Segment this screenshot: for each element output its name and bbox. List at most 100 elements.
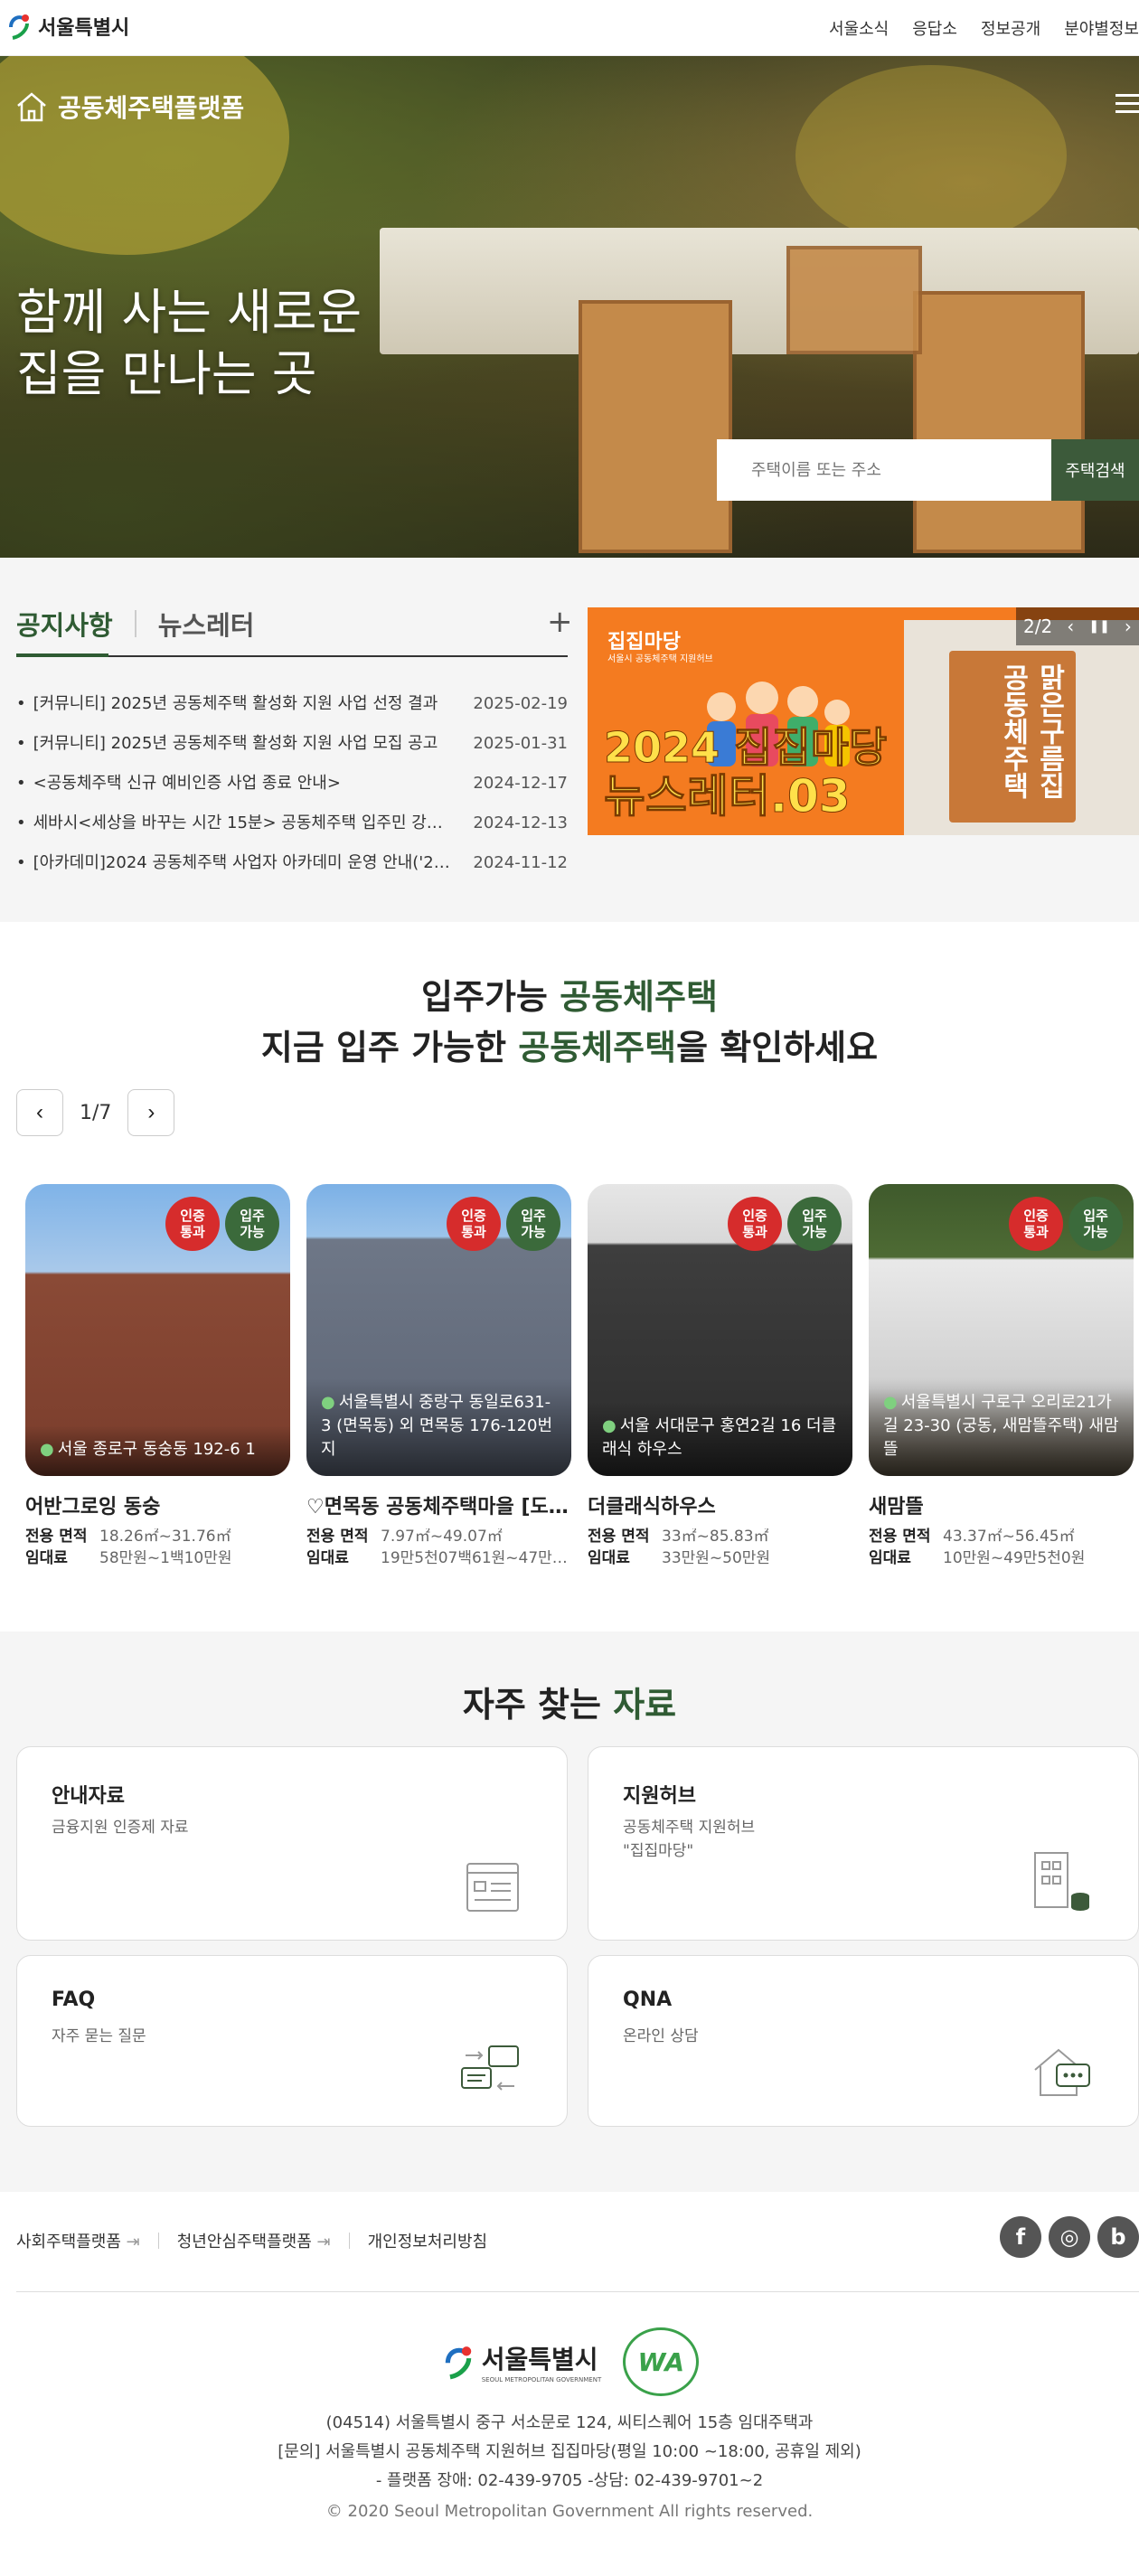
notice-item[interactable]: [커뮤니티] 2025년 공동체주택 활성화 지원 사업 모집 공고 2025-0…	[16, 724, 568, 764]
resource-card-guide[interactable]: 안내자료 금융지원 인증제 자료	[16, 1746, 568, 1941]
footer-logo-sub: SEOUL METROPOLITAN GOVERNMENT	[481, 2376, 602, 2383]
housing-card-image[interactable]: 인증 통과 입주 가능 ● 서울 종로구 동숭동 192-6 1	[25, 1184, 290, 1476]
card-prev-button[interactable]: ‹	[16, 1089, 63, 1136]
badge-certified: 인증 통과	[447, 1197, 501, 1251]
resource-card-title: 지원허브	[623, 1785, 696, 1808]
notice-title[interactable]: [커뮤니티] 2025년 공동체주택 활성화 지원 사업 모집 공고	[16, 724, 450, 764]
topnav-item-field-info[interactable]: 분야별정보	[1064, 16, 1139, 40]
house-search-input[interactable]	[717, 439, 1051, 501]
housing-card[interactable]: 인증 통과 입주 가능 ● 서울특별시 구로구 오리로21가길 23-30 (궁동…	[869, 1184, 1134, 1566]
badge-available: 입주 가능	[225, 1197, 279, 1251]
housing-card[interactable]: 인증 통과 입주 가능 ● 서울 종로구 동숭동 192-6 1 어반그로잉 동숭…	[25, 1184, 290, 1566]
web-accessibility-mark-icon: WA	[623, 2327, 700, 2396]
rent-label: 임대료	[869, 1549, 911, 1567]
location-pin-icon: ●	[40, 1440, 54, 1459]
area-value: 43.37㎡~56.45㎡	[943, 1528, 1075, 1545]
rent-label: 임대료	[306, 1549, 349, 1567]
address-text: 서울특별시 구로구 오리로21가길 23-30 (궁동, 새맘뜰주택) 새맘뜰	[883, 1393, 1119, 1459]
badge-certified-text: 인증 통과	[461, 1208, 486, 1240]
rent-row: 임대료 33만원~50만원	[588, 1550, 852, 1566]
housing-card-name[interactable]: 새맘뜰	[869, 1490, 1134, 1519]
card-pager: ‹ 1/7 ›	[16, 1089, 175, 1136]
footer-link-text: 사회주택플랫폼	[16, 2233, 121, 2252]
housing-card-name[interactable]: ♡면목동 공동체주택마을 [도서관옆 소행주]	[306, 1490, 571, 1519]
banner-brand-sub: 서울시 공동체주택 지원허브	[607, 654, 713, 664]
footer-divider	[157, 2233, 159, 2249]
badge-available: 입주 가능	[1068, 1197, 1123, 1251]
banner-sign: 맑은구름집 공동체주택	[949, 651, 1076, 823]
notice-item[interactable]: [커뮤니티] 2025년 공동체주택 활성화 지원 사업 선정 결과 2025-0…	[16, 684, 568, 724]
badge-available-text: 입주 가능	[521, 1208, 546, 1240]
footer-phones: - 플랫폼 장애: 02-439-9705 -상담: 02-439-9701~2	[375, 2471, 764, 2490]
resources-title-b: 자료	[613, 1685, 677, 1725]
resource-card-sub: 금융지원 인증제 자료	[52, 1819, 189, 1837]
hero-bg-chair	[579, 300, 732, 553]
card-next-button[interactable]: ›	[127, 1089, 175, 1136]
seoul-logo[interactable]: 서울특별시	[5, 11, 129, 42]
notice-item[interactable]: [아카데미]2024 공동체주택 사업자 아카데미 운영 안내('24.11. 2…	[16, 843, 568, 883]
resource-card-faq[interactable]: FAQ 자주 묻는 질문	[16, 1955, 568, 2127]
address-text: 서울 서대문구 홍연2길 16 더클래식 하우스	[602, 1416, 837, 1459]
badge-available: 입주 가능	[787, 1197, 842, 1251]
blog-icon[interactable]: b	[1097, 2216, 1139, 2258]
notice-title[interactable]: [커뮤니티] 2025년 공동체주택 활성화 지원 사업 선정 결과	[16, 684, 450, 724]
instagram-icon[interactable]: ◎	[1049, 2216, 1090, 2258]
newsletter-banner[interactable]: 맑은구름집 공동체주택 집집마당 서울시 공동체주택 지원허브 2024 집집마…	[588, 607, 1139, 835]
tab-divider	[134, 610, 136, 637]
notice-tabs: 공지사항 뉴스레터	[16, 605, 254, 655]
address-text: 서울특별시 중랑구 동일로631-3 (면목동) 외 면목동 176-120번지	[321, 1393, 553, 1459]
badge-certified: 인증 통과	[728, 1197, 782, 1251]
site-title[interactable]: 공동체주택플랫폼	[14, 89, 244, 125]
hero-bg-flowers	[0, 56, 289, 255]
tab-newsletter[interactable]: 뉴스레터	[158, 605, 255, 655]
housing-card-image[interactable]: 인증 통과 입주 가능 ● 서울 서대문구 홍연2길 16 더클래식 하우스	[588, 1184, 852, 1476]
housing-card-address: ● 서울특별시 중랑구 동일로631-3 (면목동) 외 면목동 176-120번…	[306, 1378, 571, 1476]
rent-value: 19만5천07백61원~47만2천	[381, 1550, 570, 1566]
building-data-icon	[1034, 1852, 1089, 1911]
area-value: 18.26㎡~31.76㎡	[99, 1528, 231, 1545]
banner-next-icon[interactable]: ›	[1125, 616, 1132, 637]
tab-notices[interactable]: 공지사항	[16, 605, 113, 655]
resource-card-sub: 자주 묻는 질문	[52, 2027, 146, 2045]
notice-title[interactable]: 세바시<세상을 바꾸는 시간 15분> 공동체주택 입주민 강연 진행	[16, 804, 450, 843]
menu-icon[interactable]	[1115, 94, 1139, 118]
housing-card[interactable]: 인증 통과 입주 가능 ● 서울특별시 중랑구 동일로631-3 (면목동) 외 …	[306, 1184, 571, 1566]
available-title-1b: 공동체주택	[560, 977, 718, 1017]
hero-bg-chair-2	[913, 291, 1085, 553]
area-row: 전용 면적 43.37㎡~56.45㎡	[869, 1528, 1134, 1545]
banner-prev-icon[interactable]: ‹	[1067, 616, 1074, 637]
notice-title[interactable]: <공동체주택 신규 예비인증 사업 종료 안내>	[16, 764, 450, 804]
notice-title[interactable]: [아카데미]2024 공동체주택 사업자 아카데미 운영 안내('24.11.	[16, 843, 450, 883]
more-plus-icon[interactable]: +	[547, 606, 573, 637]
topnav-item-news[interactable]: 서울소식	[829, 16, 889, 40]
resource-card-qna[interactable]: QNA 온라인 상담	[588, 1955, 1139, 2127]
footer-info: (04514) 서울특별시 중구 서소문로 124, 씨티스퀘어 15층 임대주…	[0, 2409, 1139, 2496]
notice-date: 2024-12-17	[473, 774, 568, 793]
footer-link-privacy[interactable]: 개인정보처리방침	[368, 2229, 487, 2252]
hero-bg-chair-3	[786, 246, 922, 354]
topnav-item-disclosure[interactable]: 정보공개	[981, 16, 1040, 40]
hero-headline: 함께 사는 새로운 집을 만나는 곳	[16, 282, 362, 405]
footer-address: (04514) 서울특별시 중구 서소문로 124, 씨티스퀘어 15층 임대주…	[325, 2413, 814, 2432]
housing-card-image[interactable]: 인증 통과 입주 가능 ● 서울특별시 구로구 오리로21가길 23-30 (궁동…	[869, 1184, 1134, 1476]
footer-link-social-housing[interactable]: 사회주택플랫폼 ⇥	[16, 2229, 140, 2252]
badge-available: 입주 가능	[506, 1197, 560, 1251]
banner-pause-icon[interactable]: ❚❚	[1088, 619, 1109, 634]
notice-date: 2024-12-13	[473, 813, 568, 832]
resource-card-title: QNA	[623, 1988, 673, 2011]
notice-item[interactable]: <공동체주택 신규 예비인증 사업 종료 안내> 2024-12-17	[16, 764, 568, 804]
topnav-item-response[interactable]: 응답소	[912, 16, 957, 40]
footer-divider	[348, 2233, 350, 2249]
house-search-button[interactable]: 주택검색	[1051, 439, 1139, 501]
available-title-2c: 을 확인하세요	[676, 1028, 879, 1067]
footer-link-youth-housing[interactable]: 청년안심주택플랫폼 ⇥	[177, 2229, 331, 2252]
resource-card-hub[interactable]: 지원허브 공동체주택 지원허브 "집집마당"	[588, 1746, 1139, 1941]
housing-card-name[interactable]: 더클래식하우스	[588, 1490, 852, 1519]
area-row: 전용 면적 7.97㎡~49.07㎡	[306, 1528, 571, 1545]
housing-card-name[interactable]: 어반그로잉 동숭	[25, 1490, 290, 1519]
notice-item[interactable]: 세바시<세상을 바꾸는 시간 15분> 공동체주택 입주민 강연 진행 2024-…	[16, 804, 568, 843]
housing-card-image[interactable]: 인증 통과 입주 가능 ● 서울특별시 중랑구 동일로631-3 (면목동) 외 …	[306, 1184, 571, 1476]
external-link-icon: ⇥	[316, 2233, 331, 2252]
facebook-icon[interactable]: f	[1000, 2216, 1041, 2258]
housing-card[interactable]: 인증 통과 입주 가능 ● 서울 서대문구 홍연2길 16 더클래식 하우스 더클…	[588, 1184, 852, 1566]
